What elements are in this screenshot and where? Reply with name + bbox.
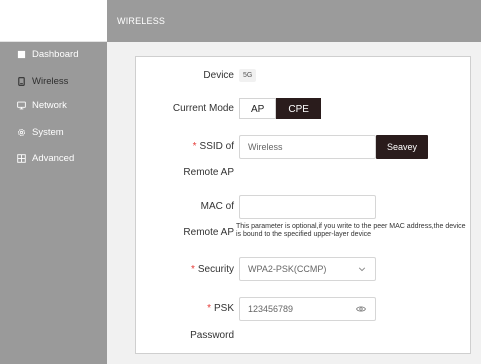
required-marker: * — [190, 264, 195, 275]
mac-hint-text: This parameter is optional,if you write … — [236, 223, 466, 238]
mac-label-line2: Remote AP — [183, 227, 234, 238]
square-icon — [17, 50, 26, 59]
device-band-badge: 5G — [239, 69, 257, 82]
tablet-icon — [17, 76, 26, 86]
required-marker: * — [207, 303, 211, 314]
sidebar-item-wireless[interactable]: Wireless — [0, 69, 107, 93]
chevron-down-icon — [358, 267, 366, 272]
sidebar-item-label: System — [32, 126, 64, 138]
psk-label: * PSK — [207, 303, 234, 314]
sidebar: Dashboard Wireless Network System Advanc… — [0, 42, 107, 364]
mode-toggle-group: AP CPE — [239, 98, 321, 119]
scan-button[interactable]: Seavey — [376, 135, 428, 159]
ssid-input[interactable]: Wireless — [239, 135, 376, 159]
psk-input[interactable]: 123456789 — [239, 297, 376, 321]
logo-area — [0, 0, 107, 42]
psk-label-line2: Password — [190, 330, 234, 341]
psk-value: 123456789 — [248, 304, 294, 314]
grid-icon — [17, 153, 26, 163]
sidebar-item-label: Network — [32, 99, 67, 111]
ssid-label: * SSID of — [192, 141, 234, 152]
sidebar-item-network[interactable]: Network — [0, 93, 107, 117]
main-content: Device 5G Current Mode AP CPE * SSID of R… — [107, 42, 481, 364]
security-select[interactable]: WPA2-PSK(CCMP) — [239, 257, 376, 281]
security-select-value: WPA2-PSK(CCMP) — [248, 264, 327, 274]
sidebar-item-dashboard[interactable]: Dashboard — [0, 42, 107, 66]
mode-ap-button[interactable]: AP — [239, 98, 277, 119]
mode-cpe-button[interactable]: CPE — [276, 98, 321, 119]
mac-label: MAC of — [200, 201, 234, 212]
monitor-icon — [17, 101, 26, 110]
eye-icon[interactable] — [356, 305, 366, 313]
current-mode-label: Current Mode — [172, 103, 234, 114]
required-marker: * — [192, 141, 197, 152]
wireless-settings-panel: Device 5G Current Mode AP CPE * SSID of R… — [135, 56, 471, 354]
sidebar-item-label: Wireless — [32, 75, 69, 87]
page-title: WIRELESS — [117, 16, 166, 26]
sidebar-item-system[interactable]: System — [0, 120, 107, 144]
gear-icon — [17, 128, 26, 137]
ssid-label-line2: Remote AP — [183, 167, 234, 178]
security-label: * Security — [190, 264, 234, 275]
device-label: Device — [203, 70, 234, 81]
sidebar-item-label: Advanced — [32, 152, 75, 164]
sidebar-item-label: Dashboard — [32, 48, 79, 60]
sidebar-item-advanced[interactable]: Advanced — [0, 146, 107, 170]
mac-input[interactable] — [239, 195, 376, 219]
header-bar: WIRELESS — [107, 0, 481, 42]
